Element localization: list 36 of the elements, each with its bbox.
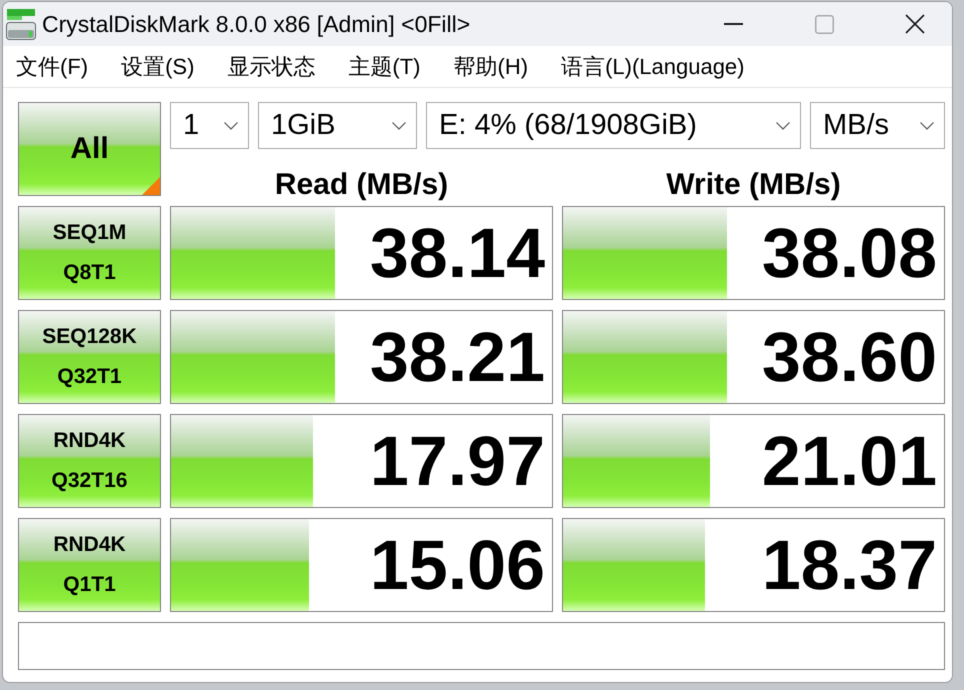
menu-item[interactable]: 文件(F) [16, 52, 88, 82]
test-button[interactable]: RND4K Q32T16 [18, 414, 161, 508]
drive-dropdown[interactable]: E: 4% (68/1908GiB) [426, 102, 801, 149]
test-button[interactable]: SEQ128K Q32T1 [18, 310, 161, 404]
result-value: 38.60 [762, 322, 937, 392]
size-dropdown[interactable]: 1GiB [258, 102, 417, 149]
chevron-down-icon [224, 122, 238, 130]
minimize-icon [724, 23, 742, 25]
result-value: 18.37 [762, 530, 937, 600]
result-value: 38.08 [762, 218, 937, 288]
menu-item[interactable]: 语言(L)(Language) [561, 52, 744, 82]
test-button[interactable]: RND4K Q1T1 [18, 518, 161, 612]
comment-field[interactable] [18, 622, 945, 670]
menu-item[interactable]: 主题(T) [348, 52, 421, 82]
result-value: 38.14 [370, 218, 545, 288]
result-value: 15.06 [370, 530, 545, 600]
menu-item[interactable]: 设置(S) [121, 52, 194, 82]
chevron-down-icon [392, 122, 406, 130]
all-button[interactable]: All [18, 102, 161, 196]
close-icon [905, 14, 925, 34]
menu-item[interactable]: 显示状态 [227, 52, 316, 82]
column-header: Write (MB/s) [666, 170, 841, 200]
test-button[interactable]: SEQ1M Q8T1 [18, 206, 161, 300]
result-value: 21.01 [762, 426, 937, 496]
chevron-down-icon [920, 122, 934, 130]
chevron-down-icon [776, 122, 790, 130]
maximize-icon [814, 14, 834, 34]
runs-dropdown[interactable]: 1 [170, 102, 249, 149]
menu-item[interactable]: 帮助(H) [454, 52, 528, 82]
column-header: Read (MB/s) [274, 170, 448, 200]
window-title: CrystalDiskMark 8.0.0 x86 [Admin] <0Fill> [42, 10, 470, 38]
unit-dropdown[interactable]: MB/s [810, 102, 945, 149]
corner-triangle-icon [142, 177, 160, 195]
result-value: 38.21 [370, 322, 545, 392]
disk-drive-icon [6, 8, 36, 40]
result-value: 17.97 [370, 426, 545, 496]
